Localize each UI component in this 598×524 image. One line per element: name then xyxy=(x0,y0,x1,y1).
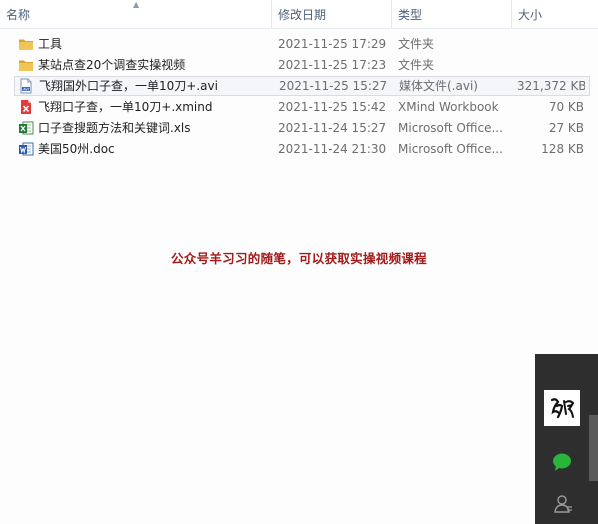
file-row-tools-folder[interactable]: 工具 2021-11-25 17:29 文件夹 xyxy=(14,34,590,54)
folder-icon xyxy=(19,60,33,71)
file-name: 飞翔口子查，一单10刀+.xmind xyxy=(38,100,213,114)
file-type: Microsoft Office... xyxy=(398,142,503,156)
file-row-doc[interactable]: 美国50州.doc 2021-11-24 21:30 Microsoft Off… xyxy=(14,139,590,159)
file-type: 媒体文件(.avi) xyxy=(399,79,478,93)
column-size-label: 大小 xyxy=(518,8,543,22)
file-name: 飞翔国外口子查，一单10刀+.avi xyxy=(39,79,218,93)
file-row-videos-folder[interactable]: 某站点查20个调查实操视频 2021-11-25 17:23 文件夹 xyxy=(14,55,590,75)
side-panel-scrollbar[interactable] xyxy=(589,415,598,481)
file-name: 口子查搜题方法和关键词.xls xyxy=(38,121,191,135)
file-type: XMind Workbook xyxy=(398,100,499,114)
sort-ascending-icon: ▲ xyxy=(133,0,140,9)
file-size: 128 KB xyxy=(541,142,584,156)
file-date: 2021-11-25 15:27 xyxy=(279,79,388,93)
user-profile-icon[interactable] xyxy=(553,494,573,514)
column-date-label: 修改日期 xyxy=(278,8,327,22)
file-size: 70 KB xyxy=(548,100,584,114)
file-row-avi[interactable]: AVI 飞翔国外口子查，一单10刀+.avi 2021-11-25 15:27 … xyxy=(14,76,590,96)
wechat-icon[interactable] xyxy=(551,452,573,472)
avi-file-icon: AVI xyxy=(20,78,32,94)
file-type: 文件夹 xyxy=(398,58,435,72)
file-name: 某站点查20个调查实操视频 xyxy=(38,58,186,72)
column-size-header[interactable]: 大小 xyxy=(512,0,598,28)
folder-icon xyxy=(19,39,33,50)
file-name: 美国50州.doc xyxy=(38,142,115,156)
file-type: 文件夹 xyxy=(398,37,435,51)
xmind-file-icon xyxy=(21,100,31,114)
file-size: 321,372 KB xyxy=(517,79,585,93)
file-date: 2021-11-25 15:42 xyxy=(278,100,387,114)
column-date-header[interactable]: 修改日期 xyxy=(272,0,392,28)
word-file-icon xyxy=(19,142,34,156)
excel-file-icon xyxy=(19,121,34,135)
calligraphy-logo[interactable] xyxy=(544,390,580,426)
file-type: Microsoft Office... xyxy=(398,121,503,135)
column-name-header[interactable]: 名称 ▲ xyxy=(0,0,272,28)
file-date: 2021-11-24 15:27 xyxy=(278,121,387,135)
column-name-label: 名称 xyxy=(6,8,31,22)
watermark-text: 公众号羊习习的随笔，可以获取实操视频课程 xyxy=(170,251,427,266)
file-row-xmind[interactable]: 飞翔口子查，一单10刀+.xmind 2021-11-25 15:42 XMin… xyxy=(14,97,590,117)
svg-text:AVI: AVI xyxy=(23,87,28,91)
file-date: 2021-11-24 21:30 xyxy=(278,142,387,156)
file-size: 27 KB xyxy=(548,121,584,135)
file-row-xls[interactable]: 口子查搜题方法和关键词.xls 2021-11-24 15:27 Microso… xyxy=(14,118,590,138)
file-date: 2021-11-25 17:29 xyxy=(278,37,387,51)
column-header: 名称 ▲ 修改日期 类型 大小 xyxy=(0,0,598,29)
column-type-label: 类型 xyxy=(398,8,423,22)
file-date: 2021-11-25 17:23 xyxy=(278,58,387,72)
column-type-header[interactable]: 类型 xyxy=(392,0,512,28)
calligraphy-logo-icon xyxy=(550,398,575,419)
file-name: 工具 xyxy=(38,37,63,51)
